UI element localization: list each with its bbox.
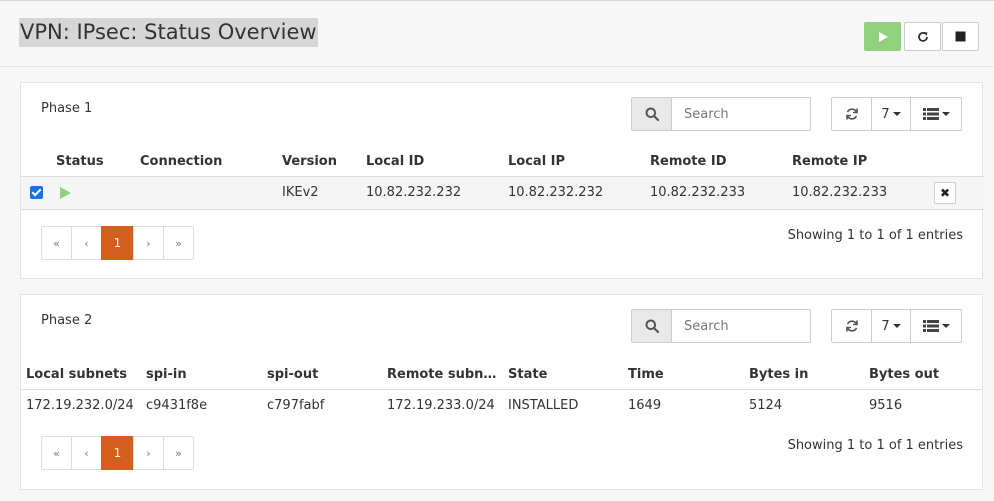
refresh-icon <box>845 320 858 332</box>
chevron-down-icon <box>892 112 901 116</box>
page-1-button[interactable]: 1 <box>101 226 134 260</box>
local-subnets-cell: 172.19.232.0/24 <box>26 398 134 414</box>
refresh-icon <box>845 108 858 120</box>
column-remote-id[interactable]: Remote ID <box>645 147 787 177</box>
phase2-refresh-button[interactable] <box>831 309 872 343</box>
table-row[interactable]: 172.19.232.0/24 c9431f8e c797fabf 172.19… <box>21 389 983 422</box>
page-header: VPN: IPsec: Status Overview <box>0 1 994 67</box>
play-icon <box>60 186 71 199</box>
time-cell: 1649 <box>628 398 662 414</box>
column-local-id[interactable]: Local ID <box>361 147 503 177</box>
last-page-button[interactable]: » <box>163 436 194 470</box>
local-ip-cell: 10.82.232.232 <box>508 185 604 200</box>
bytes-in-cell: 5124 <box>749 398 783 414</box>
column-version[interactable]: Version <box>277 147 361 177</box>
phase1-refresh-button[interactable] <box>831 97 872 131</box>
search-icon <box>631 97 671 131</box>
phase2-table: Local subnets spi-in spi-out Remote subn… <box>21 360 983 422</box>
phase1-showing-info: Showing 1 to 1 of 1 entries <box>787 228 963 243</box>
column-local-subnets[interactable]: Local subnets <box>21 360 141 390</box>
phase1-title: Phase 1 <box>41 101 93 116</box>
bytes-out-cell: 9516 <box>869 398 903 414</box>
column-local-ip[interactable]: Local IP <box>503 147 645 177</box>
remote-id-cell: 10.82.232.233 <box>650 185 746 200</box>
phase1-header-row: Status Connection Version Local ID Local… <box>21 147 984 177</box>
phase1-pagination: « ‹ 1 › » <box>41 226 194 260</box>
phase1-table: Status Connection Version Local ID Local… <box>21 147 984 210</box>
page-size-value: 7 <box>881 106 890 122</box>
chevron-down-icon <box>941 324 950 328</box>
connection-cell <box>135 176 277 209</box>
first-page-button[interactable]: « <box>41 226 72 260</box>
phase1-panel: Phase 1 7 Status Connection Version Loca <box>20 82 984 279</box>
last-page-button[interactable]: » <box>163 226 194 260</box>
column-remote-ip[interactable]: Remote IP <box>787 147 929 177</box>
chevron-down-icon <box>892 324 901 328</box>
phase2-search-input[interactable] <box>671 309 811 343</box>
phase1-columns-dropdown[interactable] <box>910 97 962 131</box>
phase2-header-row: Local subnets spi-in spi-out Remote subn… <box>21 360 983 390</box>
list-icon <box>922 320 939 332</box>
phase1-table-tools: 7 <box>831 97 962 131</box>
remote-subnets-cell: 172.19.233.0/24 <box>387 398 495 414</box>
column-spi-in[interactable]: spi-in <box>141 360 262 390</box>
phase2-table-tools: 7 <box>831 309 962 343</box>
search-icon <box>631 309 671 343</box>
column-select <box>21 147 51 177</box>
phase2-panel: Phase 2 7 Local subnets spi-in spi-out R… <box>20 294 983 490</box>
phase1-page-size-dropdown[interactable]: 7 <box>871 97 911 131</box>
phase2-search <box>631 309 811 343</box>
phase1-search <box>631 97 811 131</box>
spi-out-cell: c797fabf <box>267 398 325 414</box>
page-1-button[interactable]: 1 <box>101 436 134 470</box>
phase2-page-size-dropdown[interactable]: 7 <box>871 309 911 343</box>
phase2-pagination: « ‹ 1 › » <box>41 436 194 470</box>
start-service-button[interactable] <box>864 22 901 51</box>
column-remote-subnets[interactable]: Remote subn… <box>382 360 503 390</box>
state-cell: INSTALLED <box>508 398 579 414</box>
column-actions <box>929 147 984 177</box>
prev-page-button[interactable]: ‹ <box>71 436 102 470</box>
refresh-icon <box>917 31 928 42</box>
spi-in-cell: c9431f8e <box>146 398 208 414</box>
prev-page-button[interactable]: ‹ <box>71 226 102 260</box>
column-time[interactable]: Time <box>623 360 744 390</box>
local-id-cell: 10.82.232.232 <box>366 185 462 200</box>
row-select-cell <box>21 176 51 209</box>
restart-service-button[interactable] <box>904 22 941 51</box>
version-cell: IKEv2 <box>282 185 319 200</box>
next-page-button[interactable]: › <box>133 226 164 260</box>
stop-icon <box>955 31 966 42</box>
row-select-checkbox[interactable] <box>30 186 43 199</box>
disconnect-button[interactable]: ✖ <box>934 181 956 204</box>
stop-service-button[interactable] <box>942 22 979 51</box>
actions-cell: ✖ <box>929 176 984 209</box>
chevron-down-icon <box>941 112 950 116</box>
column-spi-out[interactable]: spi-out <box>262 360 382 390</box>
column-bytes-out[interactable]: Bytes out <box>864 360 983 390</box>
remote-ip-cell: 10.82.232.233 <box>792 185 888 200</box>
phase2-showing-info: Showing 1 to 1 of 1 entries <box>787 438 963 453</box>
page-size-value: 7 <box>881 318 890 334</box>
list-icon <box>922 108 939 120</box>
phase1-search-input[interactable] <box>671 97 811 131</box>
page-title: VPN: IPsec: Status Overview <box>19 18 318 47</box>
play-icon <box>878 31 888 42</box>
table-row[interactable]: IKEv2 10.82.232.232 10.82.232.232 10.82.… <box>21 176 984 209</box>
phase2-columns-dropdown[interactable] <box>910 309 962 343</box>
status-cell <box>51 176 135 209</box>
phase2-title: Phase 2 <box>41 313 93 328</box>
close-icon: ✖ <box>939 185 951 200</box>
column-bytes-in[interactable]: Bytes in <box>744 360 864 390</box>
first-page-button[interactable]: « <box>41 436 72 470</box>
column-status[interactable]: Status <box>51 147 135 177</box>
column-connection[interactable]: Connection <box>135 147 277 177</box>
column-state[interactable]: State <box>503 360 623 390</box>
next-page-button[interactable]: › <box>133 436 164 470</box>
